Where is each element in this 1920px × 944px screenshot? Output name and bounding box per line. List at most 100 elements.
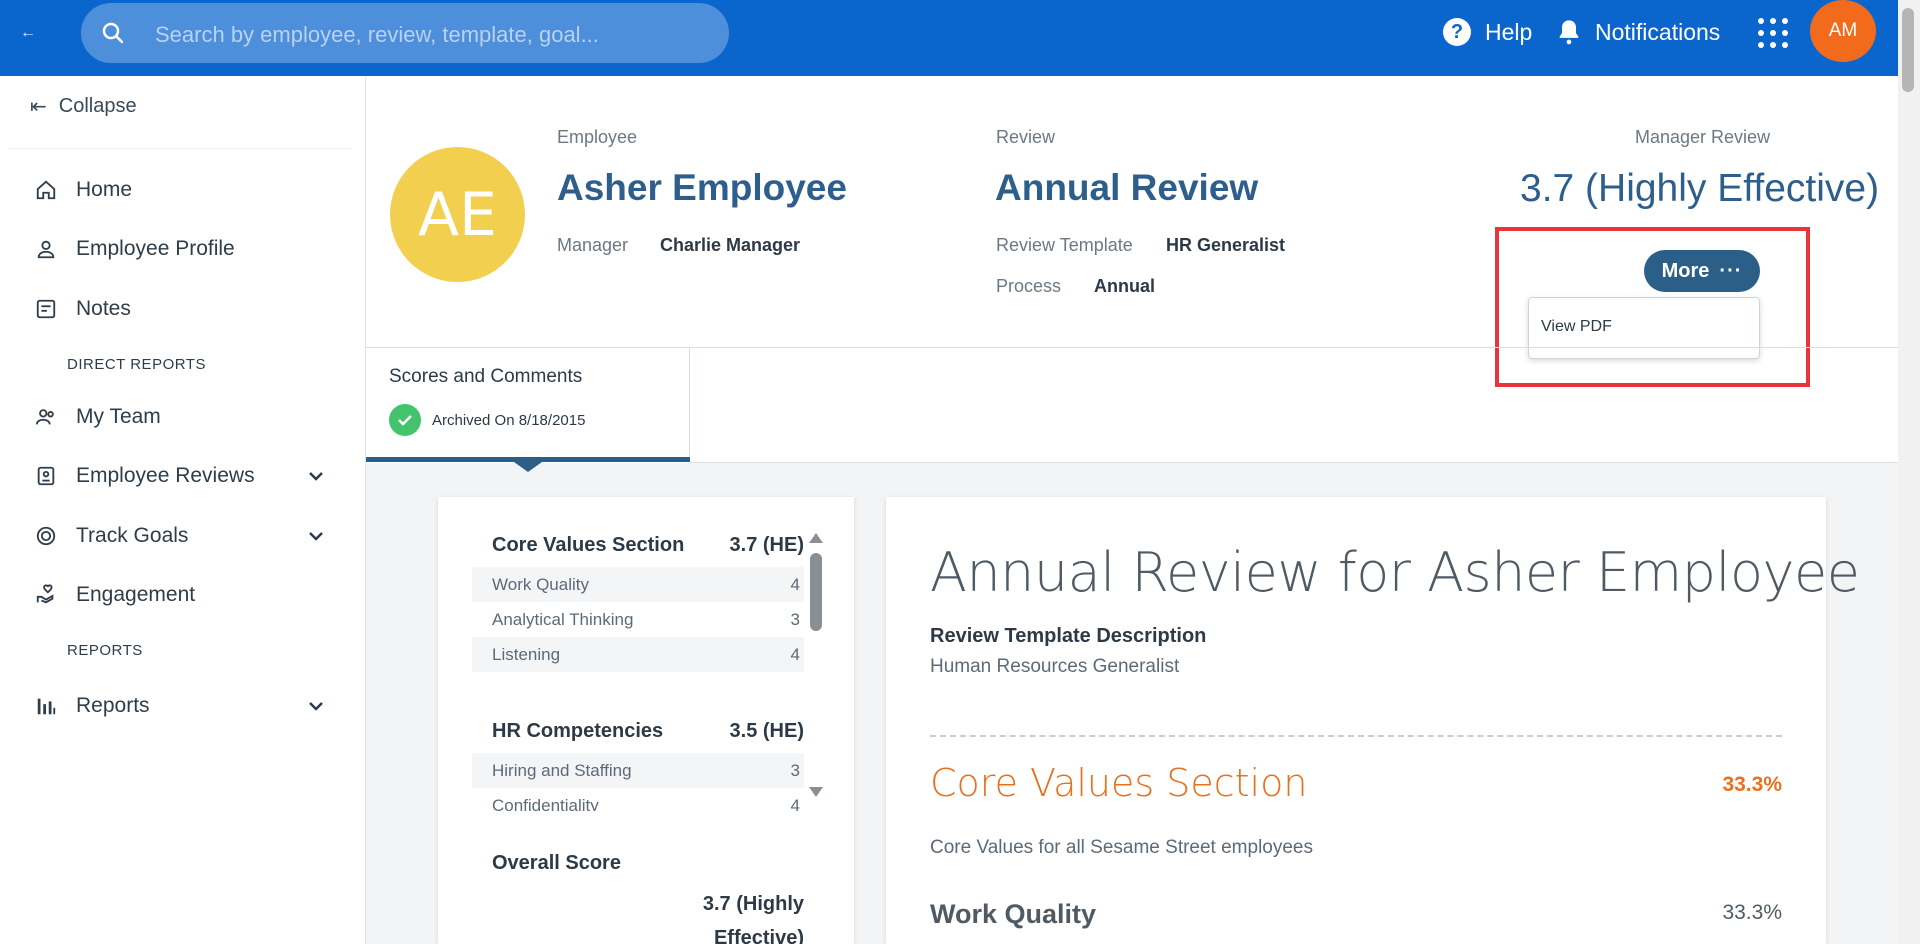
chevron-down-icon	[309, 532, 323, 541]
collapse-arrow-icon: ⇤	[30, 96, 47, 118]
goal-icon	[34, 524, 58, 548]
score-row-name: Confidentiality	[492, 796, 599, 811]
user-avatar[interactable]: AM	[1810, 0, 1876, 62]
score-section-value: 3.5 (HE)	[729, 720, 804, 742]
process-key: Process	[996, 276, 1062, 296]
notes-icon	[34, 297, 58, 321]
check-icon	[389, 404, 421, 436]
sidebar-item-label: Track Goals	[76, 524, 189, 547]
view-pdf-option[interactable]: View PDF	[1541, 318, 1612, 336]
tab-scores-and-comments[interactable]: Scores and Comments Archived On 8/18/201…	[366, 347, 690, 462]
collapse-label: Collapse	[58, 95, 137, 117]
score-row-name: Analytical Thinking	[492, 610, 634, 629]
apps-grid-icon[interactable]	[1758, 18, 1788, 48]
manager-review-label: Manager Review	[1635, 127, 1771, 147]
sidebar-divider	[10, 148, 350, 149]
section-description: Core Values for all Sesame Street employ…	[930, 837, 1313, 858]
score-row-name: Hiring and Staffing	[492, 761, 632, 780]
search-input[interactable]: Search by employee, review, template, go…	[81, 3, 729, 63]
bell-icon	[1559, 20, 1579, 45]
chevron-down-icon	[309, 702, 323, 711]
tab-title: Scores and Comments	[389, 366, 583, 387]
score-section-title: HR Competencies	[492, 720, 664, 742]
chevron-down-icon	[309, 472, 323, 481]
sidebar-item-home[interactable]: Home	[34, 178, 334, 202]
score-row-name: Listening	[492, 645, 561, 664]
scroll-up-arrow-icon[interactable]	[809, 533, 823, 543]
item-weight: 33.3%	[1722, 901, 1782, 924]
engagement-icon	[34, 583, 58, 607]
overall-score-value: 3.7 (Highly Effective)	[702, 893, 804, 944]
more-label: More	[1661, 259, 1710, 282]
page-scroll-thumb[interactable]	[1902, 8, 1914, 92]
score-row: Hiring and Staffing 3	[472, 753, 804, 788]
person-icon	[34, 237, 58, 261]
manager-key: Manager	[557, 235, 629, 255]
sidebar-item-employee-profile[interactable]: Employee Profile	[34, 237, 334, 261]
score-row-value: 3	[790, 761, 800, 780]
help-icon: ?	[1443, 18, 1471, 46]
more-dots-icon: ···	[1719, 259, 1743, 282]
review-title: Annual Review for Asher Employee	[930, 541, 1860, 604]
review-detail-card: Annual Review for Asher Employee Review …	[886, 497, 1860, 944]
section-title: Core Values Section	[930, 761, 1308, 805]
back-arrow-icon[interactable]: ←	[20, 24, 36, 42]
score-list-scrollbar[interactable]	[808, 533, 824, 803]
process-value: Annual	[1094, 276, 1155, 296]
manager-review-score: 3.7 (Highly Effective)	[1520, 167, 1880, 210]
sidebar-item-label: Employee Reviews	[76, 464, 255, 487]
employee-name[interactable]: Asher Employee	[557, 167, 847, 209]
dashed-divider	[930, 735, 1782, 737]
score-row-value: 4	[790, 645, 800, 664]
score-section-title: Core Values Section	[492, 534, 685, 556]
tabs-divider	[690, 462, 1898, 463]
help-label: Help	[1485, 18, 1533, 45]
sidebar: ⇤ Collapse Home Employee Profile Notes D…	[0, 76, 366, 944]
sidebar-item-label: Reports	[76, 694, 150, 717]
notifications-label: Notifications	[1595, 18, 1721, 45]
sidebar-item-label: Notes	[76, 297, 131, 320]
section-reports: REPORTS	[67, 642, 143, 659]
sidebar-item-notes[interactable]: Notes	[34, 297, 334, 321]
item-title: Work Quality	[930, 899, 1097, 929]
scroll-thumb[interactable]	[810, 553, 822, 631]
archived-date: Archived On 8/18/2015	[432, 412, 586, 429]
sidebar-item-label: Employee Profile	[76, 237, 235, 260]
score-row-value: 4	[790, 575, 800, 594]
template-key: Review Template	[996, 235, 1133, 255]
more-button[interactable]: More ···	[1644, 250, 1760, 292]
score-row-value: 4	[790, 796, 800, 811]
sidebar-item-track-goals[interactable]: Track Goals	[34, 524, 334, 548]
review-name: Annual Review	[995, 167, 1259, 208]
team-icon	[34, 405, 58, 429]
tab-caret-icon	[514, 462, 542, 472]
template-description: Human Resources Generalist	[930, 656, 1180, 677]
home-icon	[34, 178, 58, 202]
help-button[interactable]: ? Help	[1443, 18, 1532, 46]
sidebar-item-label: Engagement	[76, 583, 196, 606]
sidebar-item-label: Home	[76, 178, 133, 201]
section-weight: 33.3%	[1722, 773, 1782, 796]
section-direct-reports: DIRECT REPORTS	[67, 356, 206, 373]
sidebar-item-engagement[interactable]: Engagement	[34, 583, 334, 607]
template-value: HR Generalist	[1166, 235, 1286, 255]
score-row-value: 3	[790, 610, 800, 629]
overall-score-label: Overall Score	[492, 852, 621, 874]
score-row: Listening 4	[472, 637, 804, 672]
score-list[interactable]: Core Values Section 3.7 (HE) Work Qualit…	[438, 497, 854, 811]
sidebar-item-my-team[interactable]: My Team	[34, 405, 334, 429]
more-dropdown: View PDF	[1528, 297, 1760, 359]
score-row: Work Quality 4	[472, 567, 804, 602]
score-row-name: Work Quality	[492, 575, 589, 594]
page-scrollbar[interactable]	[1898, 0, 1920, 944]
scroll-down-arrow-icon[interactable]	[809, 787, 823, 797]
score-row: Analytical Thinking 3	[472, 602, 804, 637]
notifications-button[interactable]: Notifications	[1555, 18, 1720, 46]
review-icon	[34, 464, 58, 488]
sidebar-item-reports[interactable]: Reports	[34, 694, 334, 718]
collapse-button[interactable]: ⇤ Collapse	[30, 94, 137, 119]
sidebar-item-employee-reviews[interactable]: Employee Reviews	[34, 464, 334, 488]
sidebar-item-label: My Team	[76, 405, 161, 428]
search-placeholder: Search by employee, review, template, go…	[155, 22, 599, 47]
score-summary-card: Core Values Section 3.7 (HE) Work Qualit…	[438, 497, 854, 944]
